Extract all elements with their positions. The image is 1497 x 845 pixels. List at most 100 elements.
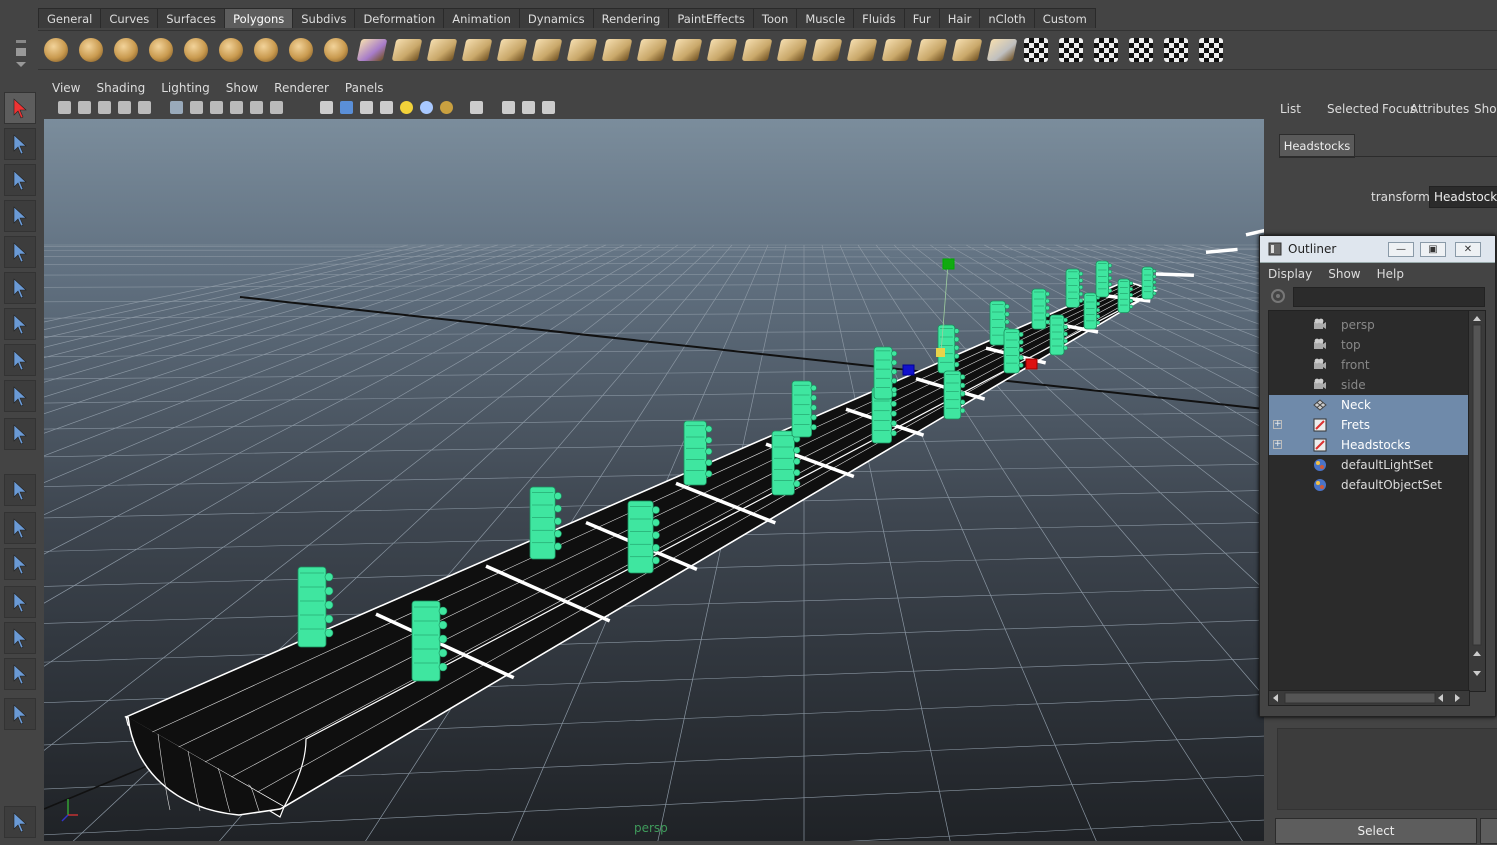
- shelf-tab-polygons[interactable]: Polygons: [224, 8, 294, 28]
- shelf-tab-hair[interactable]: Hair: [938, 8, 981, 28]
- show-manip-icon[interactable]: [4, 380, 36, 412]
- select-button[interactable]: Select: [1275, 818, 1477, 844]
- four-pane-layout-icon[interactable]: [4, 512, 36, 544]
- poly-cube-icon[interactable]: [79, 38, 103, 62]
- ae-menu-selected[interactable]: Selected: [1327, 102, 1379, 116]
- bookmark-icon[interactable]: [98, 101, 111, 114]
- poly-pipe-icon[interactable]: [289, 38, 313, 62]
- shelf-tab-fur[interactable]: Fur: [903, 8, 940, 28]
- maximize-button[interactable]: ▣: [1420, 242, 1446, 257]
- poly-separate-icon[interactable]: [461, 39, 493, 61]
- poly-plane-icon[interactable]: [184, 38, 208, 62]
- shadows-icon[interactable]: [440, 101, 453, 114]
- tab-headstocks[interactable]: Headstocks: [1279, 134, 1355, 158]
- outliner-persp-layout-icon[interactable]: [4, 548, 36, 580]
- outliner-item-top[interactable]: top: [1269, 335, 1469, 355]
- expand-plus-icon[interactable]: +: [1273, 420, 1282, 429]
- wireframe-on-shaded-icon[interactable]: [360, 101, 373, 114]
- isolate-select-icon[interactable]: [470, 101, 483, 114]
- shelf-tab-muscle[interactable]: Muscle: [796, 8, 855, 28]
- poly-spherical-uv-icon[interactable]: [1129, 38, 1153, 62]
- outliner-search-field[interactable]: [1293, 287, 1485, 307]
- shelf-tab-rendering[interactable]: Rendering: [592, 8, 670, 28]
- shelf-tab-dynamics[interactable]: Dynamics: [518, 8, 594, 28]
- poly-combine-icon[interactable]: [426, 39, 458, 61]
- default-lighting-icon[interactable]: [400, 101, 413, 114]
- lasso-tool-icon[interactable]: [4, 128, 36, 160]
- poly-bevel-icon[interactable]: [846, 39, 878, 61]
- poly-helix-icon[interactable]: [324, 38, 348, 62]
- shelf-tab-curves[interactable]: Curves: [100, 8, 159, 28]
- outliner-item-headstocks[interactable]: + Headstocks: [1269, 435, 1469, 455]
- graph-persp-layout-icon[interactable]: [4, 586, 36, 618]
- backface-icon[interactable]: [542, 101, 555, 114]
- outliner-item-neck[interactable]: Neck: [1269, 395, 1469, 415]
- poly-soccer-ball-icon[interactable]: [356, 39, 388, 61]
- smooth-shade-icon[interactable]: [340, 101, 353, 114]
- safe-title-icon[interactable]: [270, 101, 283, 114]
- poly-split-icon[interactable]: [671, 39, 703, 61]
- poly-merge-icon[interactable]: [881, 39, 913, 61]
- universal-manip-icon[interactable]: [4, 308, 36, 340]
- xray-joints-icon[interactable]: [522, 101, 535, 114]
- camera-select-icon[interactable]: [58, 101, 71, 114]
- outliner-horizontal-scrollbar[interactable]: [1268, 690, 1470, 706]
- poly-sphere-icon[interactable]: [44, 38, 68, 62]
- soft-mod-icon[interactable]: [4, 344, 36, 376]
- rotate-tool-icon[interactable]: [4, 236, 36, 268]
- poly-collapse-icon[interactable]: [916, 39, 948, 61]
- all-lights-icon[interactable]: [420, 101, 433, 114]
- shelf-tab-general[interactable]: General: [38, 8, 102, 28]
- shelf-tab-custom[interactable]: Custom: [1033, 8, 1096, 28]
- single-pane-layout-icon[interactable]: [4, 474, 36, 506]
- shelf-tab-subdivs[interactable]: Subdivs: [292, 8, 356, 28]
- shelf-tab-ncloth[interactable]: nCloth: [979, 8, 1035, 28]
- ae-menu-list[interactable]: List: [1280, 102, 1301, 116]
- camera-attributes-icon[interactable]: [78, 101, 91, 114]
- outliner-menu-help[interactable]: Help: [1369, 263, 1412, 285]
- poly-cylindrical-uv-icon[interactable]: [1094, 38, 1118, 62]
- panel-menu-renderer[interactable]: Renderer: [266, 78, 337, 98]
- poly-auto-uv-icon[interactable]: [1164, 38, 1188, 62]
- panel-menu-shading[interactable]: Shading: [88, 78, 153, 98]
- shelf-tab-toon[interactable]: Toon: [752, 8, 798, 28]
- hypershade-layout-icon[interactable]: [4, 622, 36, 654]
- scale-tool-icon[interactable]: [4, 272, 36, 304]
- wireframe-icon[interactable]: [320, 101, 333, 114]
- outliner-titlebar[interactable]: Outliner — ▣ ✕: [1260, 236, 1495, 263]
- poly-bridge-icon[interactable]: [811, 39, 843, 61]
- close-button[interactable]: ✕: [1455, 242, 1481, 257]
- poly-delete-edge-icon[interactable]: [951, 39, 983, 61]
- panel-menu-panels[interactable]: Panels: [337, 78, 392, 98]
- panel-menu-view[interactable]: View: [44, 78, 88, 98]
- shelf-tab-fluids[interactable]: Fluids: [853, 8, 905, 28]
- poly-uv-editor-icon[interactable]: [1199, 38, 1223, 62]
- shelf-tab-deformation[interactable]: Deformation: [354, 8, 445, 28]
- poly-append-icon[interactable]: [636, 39, 668, 61]
- poly-platonic-icon[interactable]: [391, 39, 423, 61]
- poly-wedge-icon[interactable]: [986, 39, 1018, 61]
- poly-cylinder-icon[interactable]: [114, 38, 138, 62]
- xray-icon[interactable]: [502, 101, 515, 114]
- outliner-menu-show[interactable]: Show: [1320, 263, 1368, 285]
- load-attributes-button[interactable]: [1480, 818, 1497, 844]
- poly-offset-edge-icon[interactable]: [741, 39, 773, 61]
- poly-cone-icon[interactable]: [149, 38, 173, 62]
- shelf-tab-animation[interactable]: Animation: [443, 8, 520, 28]
- poly-smooth-icon[interactable]: [531, 39, 563, 61]
- grid-icon[interactable]: [138, 101, 151, 114]
- last-tool-icon[interactable]: [4, 418, 36, 450]
- shelf-options-handle[interactable]: [10, 36, 32, 70]
- paint-select-tool-icon[interactable]: [4, 164, 36, 196]
- field-chart-icon[interactable]: [230, 101, 243, 114]
- outliner-item-side[interactable]: side: [1269, 375, 1469, 395]
- select-tool-icon[interactable]: [4, 92, 36, 124]
- outliner-item-defaultobjectset[interactable]: defaultObjectSet: [1269, 475, 1469, 495]
- shelf-tab-surfaces[interactable]: Surfaces: [157, 8, 226, 28]
- poly-extract-icon[interactable]: [496, 39, 528, 61]
- filter-gear-icon[interactable]: [1270, 288, 1286, 304]
- image-plane-icon[interactable]: [118, 101, 131, 114]
- gate-mask-icon[interactable]: [210, 101, 223, 114]
- poly-prism-icon[interactable]: [254, 38, 278, 62]
- resolution-gate-icon[interactable]: [190, 101, 203, 114]
